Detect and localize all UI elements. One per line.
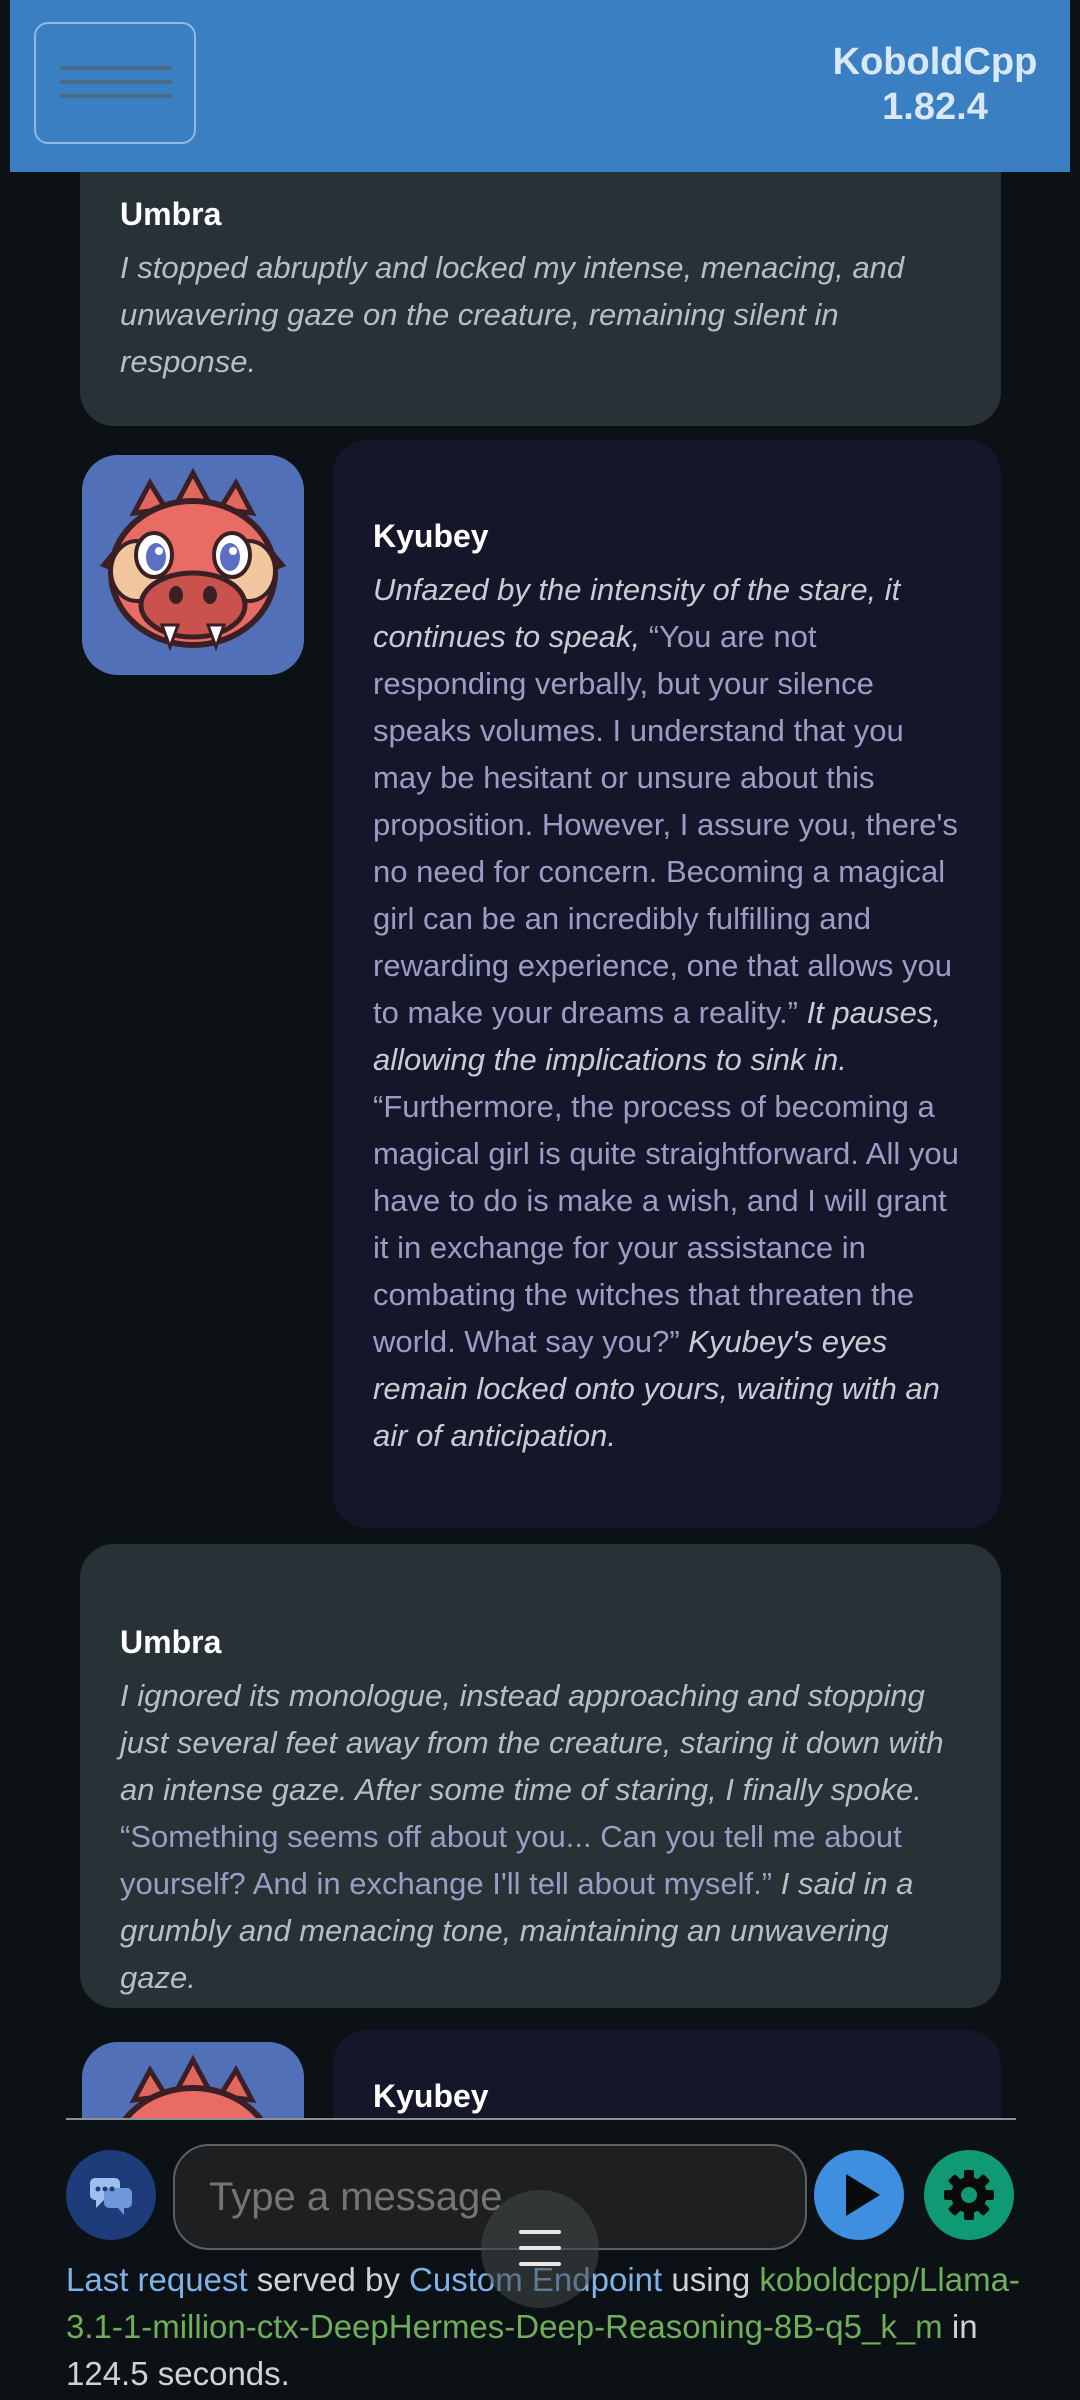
- chat-mode-button[interactable]: [66, 2150, 156, 2240]
- message-text: I stopped abruptly and locked my intense…: [120, 244, 961, 385]
- message-bubble-ai: Kyubey Unfazed by the intensity of the s…: [333, 440, 1001, 1528]
- top-bar: KoboldCpp 1.82.4: [10, 0, 1070, 172]
- input-divider: [66, 2118, 1016, 2120]
- gear-icon: [944, 2170, 994, 2220]
- message-bubble-user: Umbra I ignored its monologue, instead a…: [80, 1544, 1001, 2008]
- message-speaker: Umbra: [120, 1624, 222, 1660]
- message-text: Unfazed by the intensity of the stare, i…: [373, 566, 961, 1459]
- floating-menu-button[interactable]: [481, 2190, 599, 2308]
- brand-name: KoboldCpp: [832, 41, 1038, 83]
- main-menu-button[interactable]: [34, 22, 196, 144]
- message-action-text: I stopped abruptly and locked my intense…: [120, 250, 905, 379]
- dragon-avatar-icon[interactable]: [82, 2042, 304, 2118]
- message-speech-text: “Furthermore, the process of becoming a …: [373, 1089, 959, 1359]
- message-bubble-ai: Kyubey: [333, 2030, 1001, 2118]
- play-send-icon: [846, 2174, 880, 2216]
- message-speaker: Kyubey: [373, 518, 489, 554]
- dragon-avatar-icon[interactable]: [82, 455, 304, 675]
- footer-text: using: [662, 2261, 760, 2298]
- message-speech-text: “You are not responding verbally, but yo…: [373, 619, 958, 1030]
- app-brand: KoboldCpp 1.82.4: [810, 40, 1060, 130]
- chat-log[interactable]: Umbra I stopped abruptly and locked my i…: [0, 172, 1080, 2118]
- settings-button[interactable]: [924, 2150, 1014, 2240]
- hamburger-menu-icon: [519, 2230, 561, 2266]
- message-text: I ignored its monologue, instead approac…: [120, 1672, 961, 2001]
- message-action-text: Unfazed by the intensity of the stare, i…: [373, 572, 901, 654]
- chat-bubbles-icon: [90, 2178, 132, 2215]
- message-bubble-user: Umbra I stopped abruptly and locked my i…: [80, 172, 1001, 426]
- brand-version: 1.82.4: [882, 86, 988, 128]
- message-speaker: Kyubey: [373, 2078, 489, 2114]
- send-button[interactable]: [814, 2150, 904, 2240]
- message-speaker: Umbra: [120, 196, 222, 232]
- message-action-text: I ignored its monologue, instead approac…: [120, 1678, 944, 1807]
- last-request-link[interactable]: Last request: [66, 2261, 248, 2298]
- footer-text: served by: [247, 2261, 410, 2298]
